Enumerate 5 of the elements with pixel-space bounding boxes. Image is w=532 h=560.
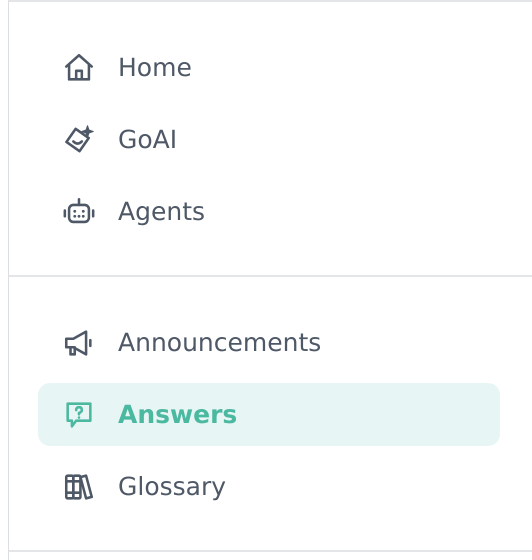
nav-item[interactable]: Announcements: [38, 311, 500, 374]
nav-item[interactable]: GoAI: [38, 108, 500, 171]
nav-item[interactable]: Agents: [38, 180, 500, 243]
nav-item[interactable]: Home: [38, 36, 500, 99]
nav-item[interactable]: Glossary: [38, 455, 500, 518]
